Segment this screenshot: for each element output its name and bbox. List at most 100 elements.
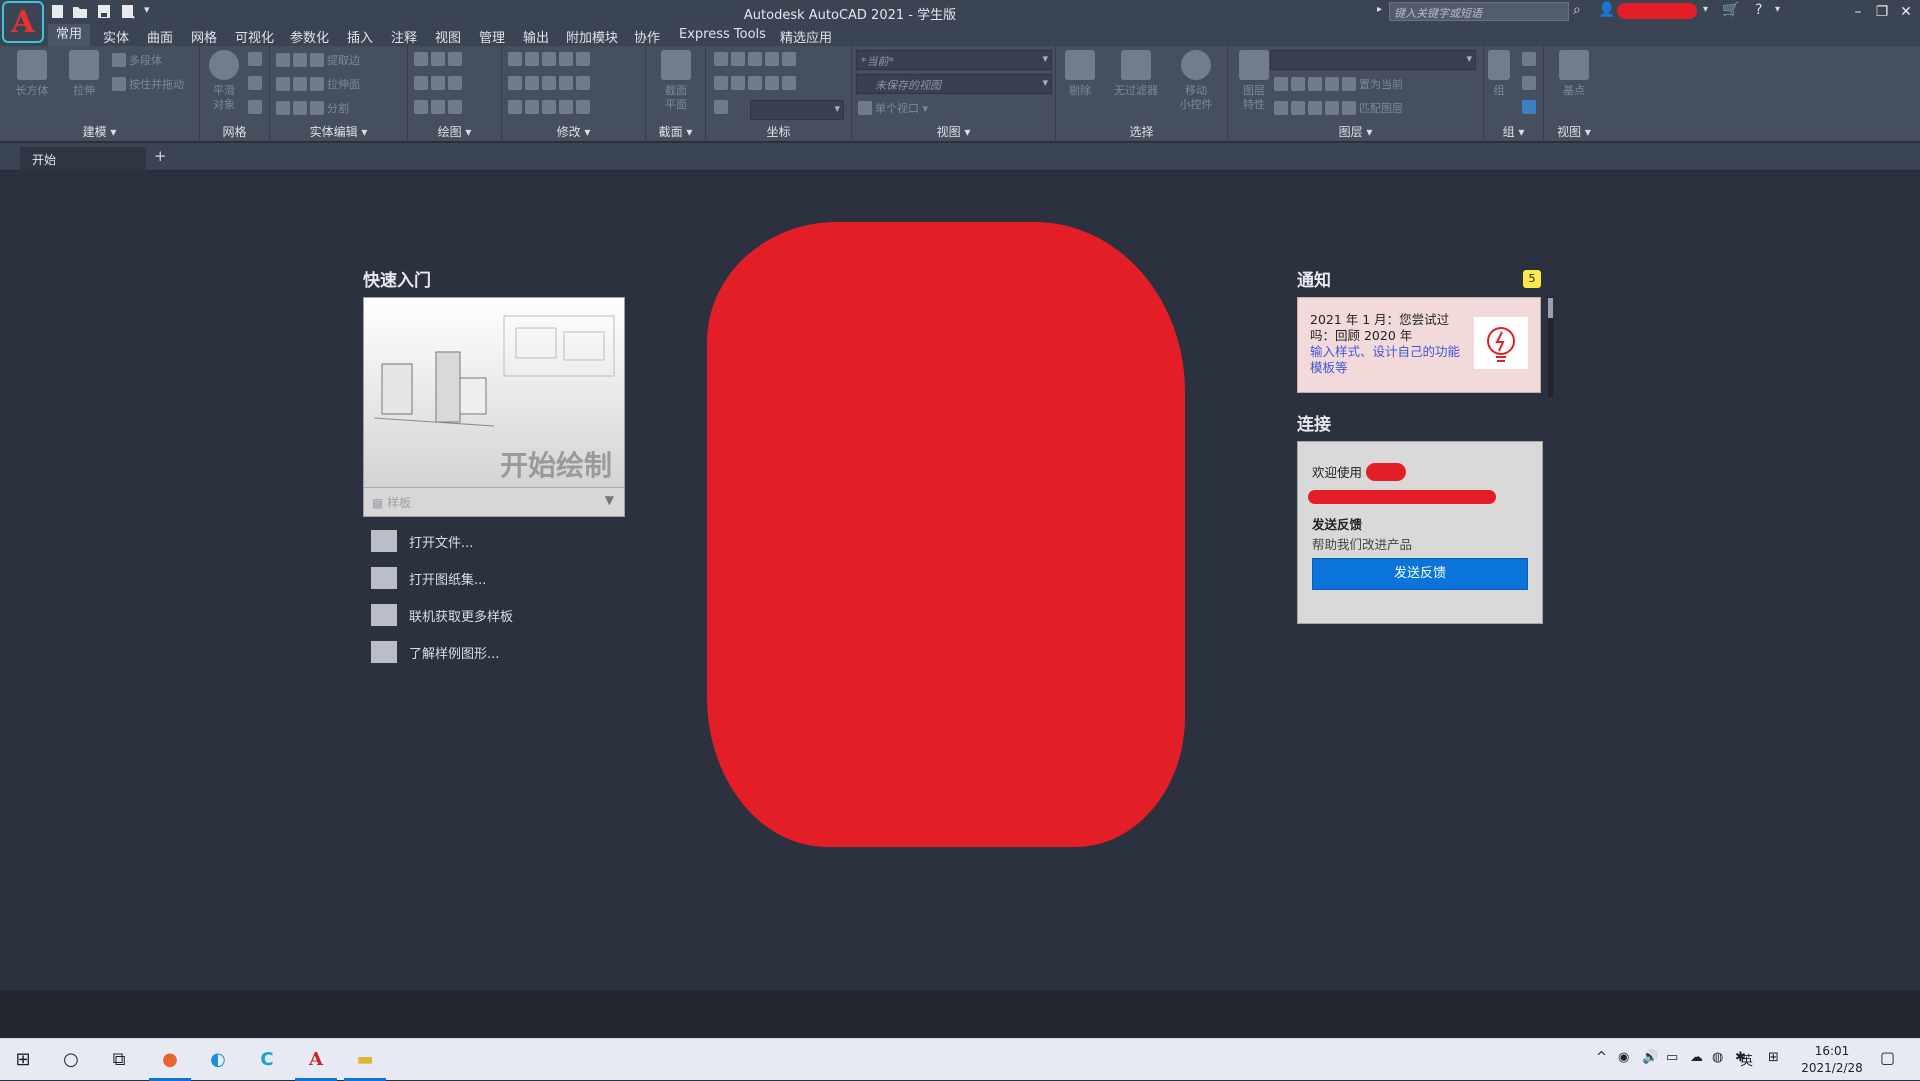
qq-icon[interactable]: ◉ (1618, 1050, 1629, 1065)
ime-mode-icon[interactable]: ⊞ (1768, 1050, 1779, 1065)
ribbon-tab-view[interactable]: 视图 (435, 27, 461, 46)
mesh-tool-1[interactable] (248, 52, 265, 66)
ribbon-tab-manage[interactable]: 管理 (479, 27, 505, 46)
panel-title-coordinates[interactable]: 坐标 (706, 123, 851, 140)
panel-title-groups[interactable]: 组 ▾ (1484, 123, 1543, 140)
modify-row-2[interactable] (508, 76, 593, 90)
draw-row-2[interactable] (414, 76, 465, 90)
notification-card[interactable]: 2021 年 1 月：您尝试过 吗：回顾 2020 年 输入样式、设计自己的功能… (1297, 297, 1541, 393)
panel-title-layers[interactable]: 图层 ▾ (1228, 123, 1483, 140)
ribbon-tab-annotate[interactable]: 注释 (391, 27, 417, 46)
ribbon-tab-insert[interactable]: 插入 (347, 27, 373, 46)
user-icon[interactable]: 👤 (1598, 2, 1615, 18)
file-explorer-icon[interactable]: ▬ (344, 1045, 386, 1081)
help-dropdown-icon[interactable]: ▾ (1775, 4, 1780, 15)
notification-center-icon[interactable]: ▢ (1880, 1048, 1895, 1067)
saved-view-select[interactable]: 未保存的视图 (856, 74, 1052, 94)
ucs-row-2[interactable] (714, 76, 799, 90)
modify-row-3[interactable] (508, 100, 593, 114)
ribbon-tab-collaborate[interactable]: 协作 (634, 27, 660, 46)
sample-drawings-link[interactable]: 了解样例图形... (371, 641, 499, 663)
user-dropdown-icon[interactable]: ▾ (1703, 4, 1708, 15)
panel-title-view[interactable]: 视图 ▾ (852, 123, 1055, 140)
ribbon-tab-express-tools[interactable]: Express Tools (679, 27, 766, 42)
panel-title-modify[interactable]: 修改 ▾ (502, 123, 645, 140)
group-select-tool[interactable] (1522, 100, 1539, 114)
ungroup-tool[interactable] (1522, 52, 1539, 66)
modify-row-1[interactable] (508, 52, 593, 66)
search-icon[interactable]: ⌕ (1573, 2, 1581, 18)
panel-title-selection[interactable]: 选择 (1056, 123, 1227, 140)
panel-title-section[interactable]: 截面 ▾ (646, 123, 705, 140)
cart-icon[interactable]: 🛒 (1722, 2, 1739, 18)
layer-select[interactable] (1270, 50, 1476, 70)
edge-icon[interactable]: ◐ (203, 1045, 233, 1075)
cloud-icon[interactable]: ☁ (1690, 1050, 1703, 1065)
extrude-faces-tool[interactable]: 拉伸面 (276, 76, 360, 92)
volume-icon[interactable]: 🔊 (1642, 1050, 1658, 1065)
autocad-taskbar-icon[interactable]: A (295, 1045, 337, 1081)
c-app-icon[interactable]: C (252, 1045, 282, 1075)
open-sheet-set-link[interactable]: 打开图纸集... (371, 567, 486, 589)
ucs-row-1[interactable] (714, 52, 799, 66)
group-edit-tool[interactable] (1522, 76, 1539, 90)
search-circle-icon[interactable]: ○ (56, 1045, 86, 1075)
ribbon-tab-output[interactable]: 输出 (523, 27, 549, 46)
panel-title-mesh[interactable]: 网格 (200, 123, 269, 140)
mesh-tool-2[interactable] (248, 76, 265, 90)
ribbon-tab-home[interactable]: 常用 (48, 24, 91, 46)
ribbon-tab-visualize[interactable]: 可视化 (235, 27, 274, 46)
draw-row-1[interactable] (414, 52, 465, 66)
visual-style-select[interactable]: *当前* (856, 50, 1052, 70)
tray-expand-icon[interactable]: ^ (1596, 1050, 1607, 1065)
status-icon[interactable]: ◍ (1712, 1050, 1723, 1065)
notification-scroll-thumb[interactable] (1548, 298, 1553, 318)
more-templates-link[interactable]: 联机获取更多样板 (371, 604, 513, 626)
panel-title-view-base[interactable]: 视图 ▾ (1544, 123, 1604, 140)
minimize-button[interactable]: – (1846, 1, 1870, 23)
panel-title-draw[interactable]: 绘图 ▾ (408, 123, 501, 140)
restore-button[interactable]: ❐ (1870, 1, 1894, 23)
cull-button[interactable]: 剔除 (1058, 50, 1102, 98)
draw-row-3[interactable] (414, 100, 465, 114)
section-plane-button[interactable]: 截面 平面 (654, 50, 698, 112)
ribbon-tab-solid[interactable]: 实体 (103, 27, 129, 46)
mesh-tool-3[interactable] (248, 100, 265, 114)
layer-row-2[interactable]: 匹配图层 (1274, 100, 1403, 116)
send-feedback-button[interactable]: 发送反馈 (1312, 558, 1528, 590)
task-view-icon[interactable]: ⧉ (104, 1045, 134, 1075)
ucs-row-3[interactable] (714, 100, 731, 114)
system-clock[interactable]: 16:01 2021/2/28 (1796, 1043, 1868, 1077)
base-view-button[interactable]: 基点 (1552, 50, 1596, 98)
move-gizmo-button[interactable]: 移动 小控件 (1174, 50, 1218, 112)
layer-row-1[interactable]: 置为当前 (1274, 76, 1403, 92)
separate-tool[interactable]: 分割 (276, 100, 349, 116)
start-drawing-card[interactable]: 开始绘制 ▦ 样板 ▼ (363, 297, 625, 517)
extrude-button[interactable]: 拉伸 (62, 50, 106, 98)
polysolid-button[interactable]: 多段体 (112, 52, 162, 68)
tab-start[interactable]: 开始 (20, 147, 146, 171)
expand-arrow-icon[interactable]: ▸ (1377, 4, 1382, 15)
help-icon[interactable]: ? (1755, 2, 1762, 18)
presspull-button[interactable]: 按住并拖动 (112, 76, 184, 92)
new-tab-button[interactable]: + (154, 147, 167, 165)
ribbon-tab-featured-apps[interactable]: 精选应用 (780, 27, 832, 46)
windows-start-icon[interactable]: ⊞ (8, 1045, 38, 1075)
no-filter-button[interactable]: 无过滤器 (1106, 50, 1166, 98)
ribbon-tab-mesh[interactable]: 网格 (191, 27, 217, 46)
close-button[interactable]: ✕ (1894, 1, 1918, 23)
open-file-link[interactable]: 打开文件... (371, 530, 473, 552)
ime-language[interactable]: 英 (1740, 1050, 1753, 1069)
ribbon-tab-surface[interactable]: 曲面 (147, 27, 173, 46)
ribbon-tab-parametric[interactable]: 参数化 (290, 27, 329, 46)
ribbon-tab-addins[interactable]: 附加模块 (566, 27, 618, 46)
command-line-area[interactable] (0, 990, 1920, 1038)
search-input[interactable]: 键入关键字或短语 (1389, 2, 1569, 21)
firefox-icon[interactable]: ● (149, 1045, 191, 1081)
box-button[interactable]: 长方体 (10, 50, 54, 98)
viewport-config-button[interactable]: 单个视口 ▾ (858, 100, 928, 116)
ucs-combo[interactable] (750, 100, 844, 120)
panel-title-modeling[interactable]: 建模 ▾ (0, 123, 199, 140)
network-icon[interactable]: ▭ (1666, 1050, 1678, 1065)
group-button[interactable]: 组 (1484, 50, 1514, 98)
